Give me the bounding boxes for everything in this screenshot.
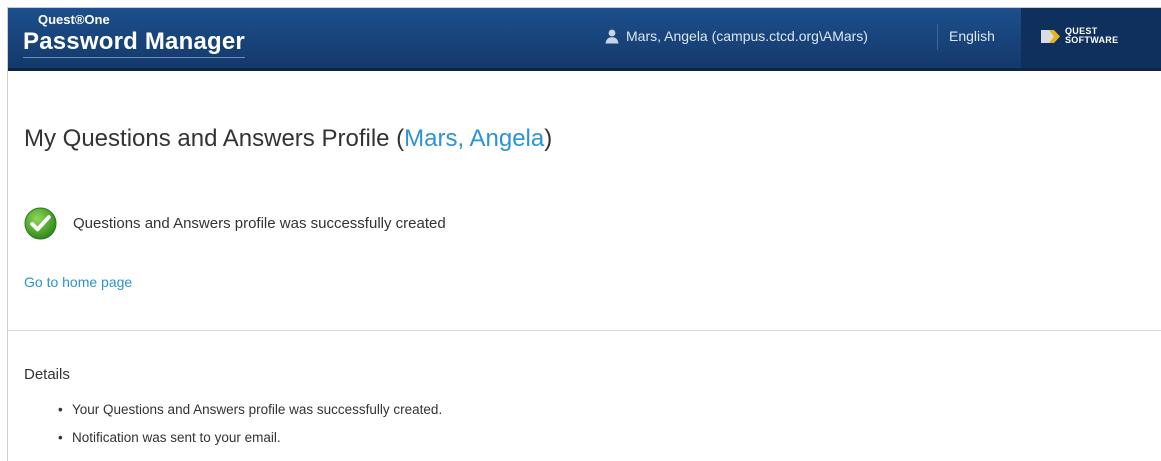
quest-logo-icon xyxy=(1041,30,1060,43)
profile-owner-name: Mars, Angela xyxy=(404,125,545,152)
details-heading: Details xyxy=(24,366,70,383)
app-brand[interactable]: Quest®One Password Manager xyxy=(23,12,245,58)
page-title: My Questions and Answers Profile (Mars, … xyxy=(24,125,553,152)
list-item: • Your Questions and Answers profile was … xyxy=(58,402,443,417)
details-list: • Your Questions and Answers profile was … xyxy=(58,401,442,457)
user-icon xyxy=(605,29,619,44)
success-message: Questions and Answers profile was succes… xyxy=(24,207,446,240)
bullet: • xyxy=(58,430,63,445)
success-text: Questions and Answers profile was succes… xyxy=(73,215,446,232)
current-user[interactable]: Mars, Angela (campus.ctcd.org\AMars) xyxy=(604,28,868,44)
bullet: • xyxy=(58,402,63,417)
header-underline xyxy=(8,68,1161,71)
product-line: Quest®One xyxy=(38,12,110,27)
vendor-logo: QUEST SOFTWARE xyxy=(1021,8,1161,68)
page-frame: Quest®One Password Manager Mars, Angela … xyxy=(7,7,1161,461)
list-item: • Notification was sent to your email. xyxy=(58,430,281,445)
header-bar: Quest®One Password Manager Mars, Angela … xyxy=(8,8,1161,68)
success-check-icon xyxy=(24,207,57,240)
section-divider xyxy=(8,330,1161,331)
vendor-logo-text: QUEST SOFTWARE xyxy=(1065,26,1119,45)
header-separator xyxy=(937,24,938,50)
go-to-home-page-link[interactable]: Go to home page xyxy=(24,274,132,290)
language-selector[interactable]: English xyxy=(949,28,995,44)
app-title: Password Manager xyxy=(23,28,245,58)
user-name-label: Mars, Angela (campus.ctcd.org\AMars) xyxy=(626,28,868,44)
